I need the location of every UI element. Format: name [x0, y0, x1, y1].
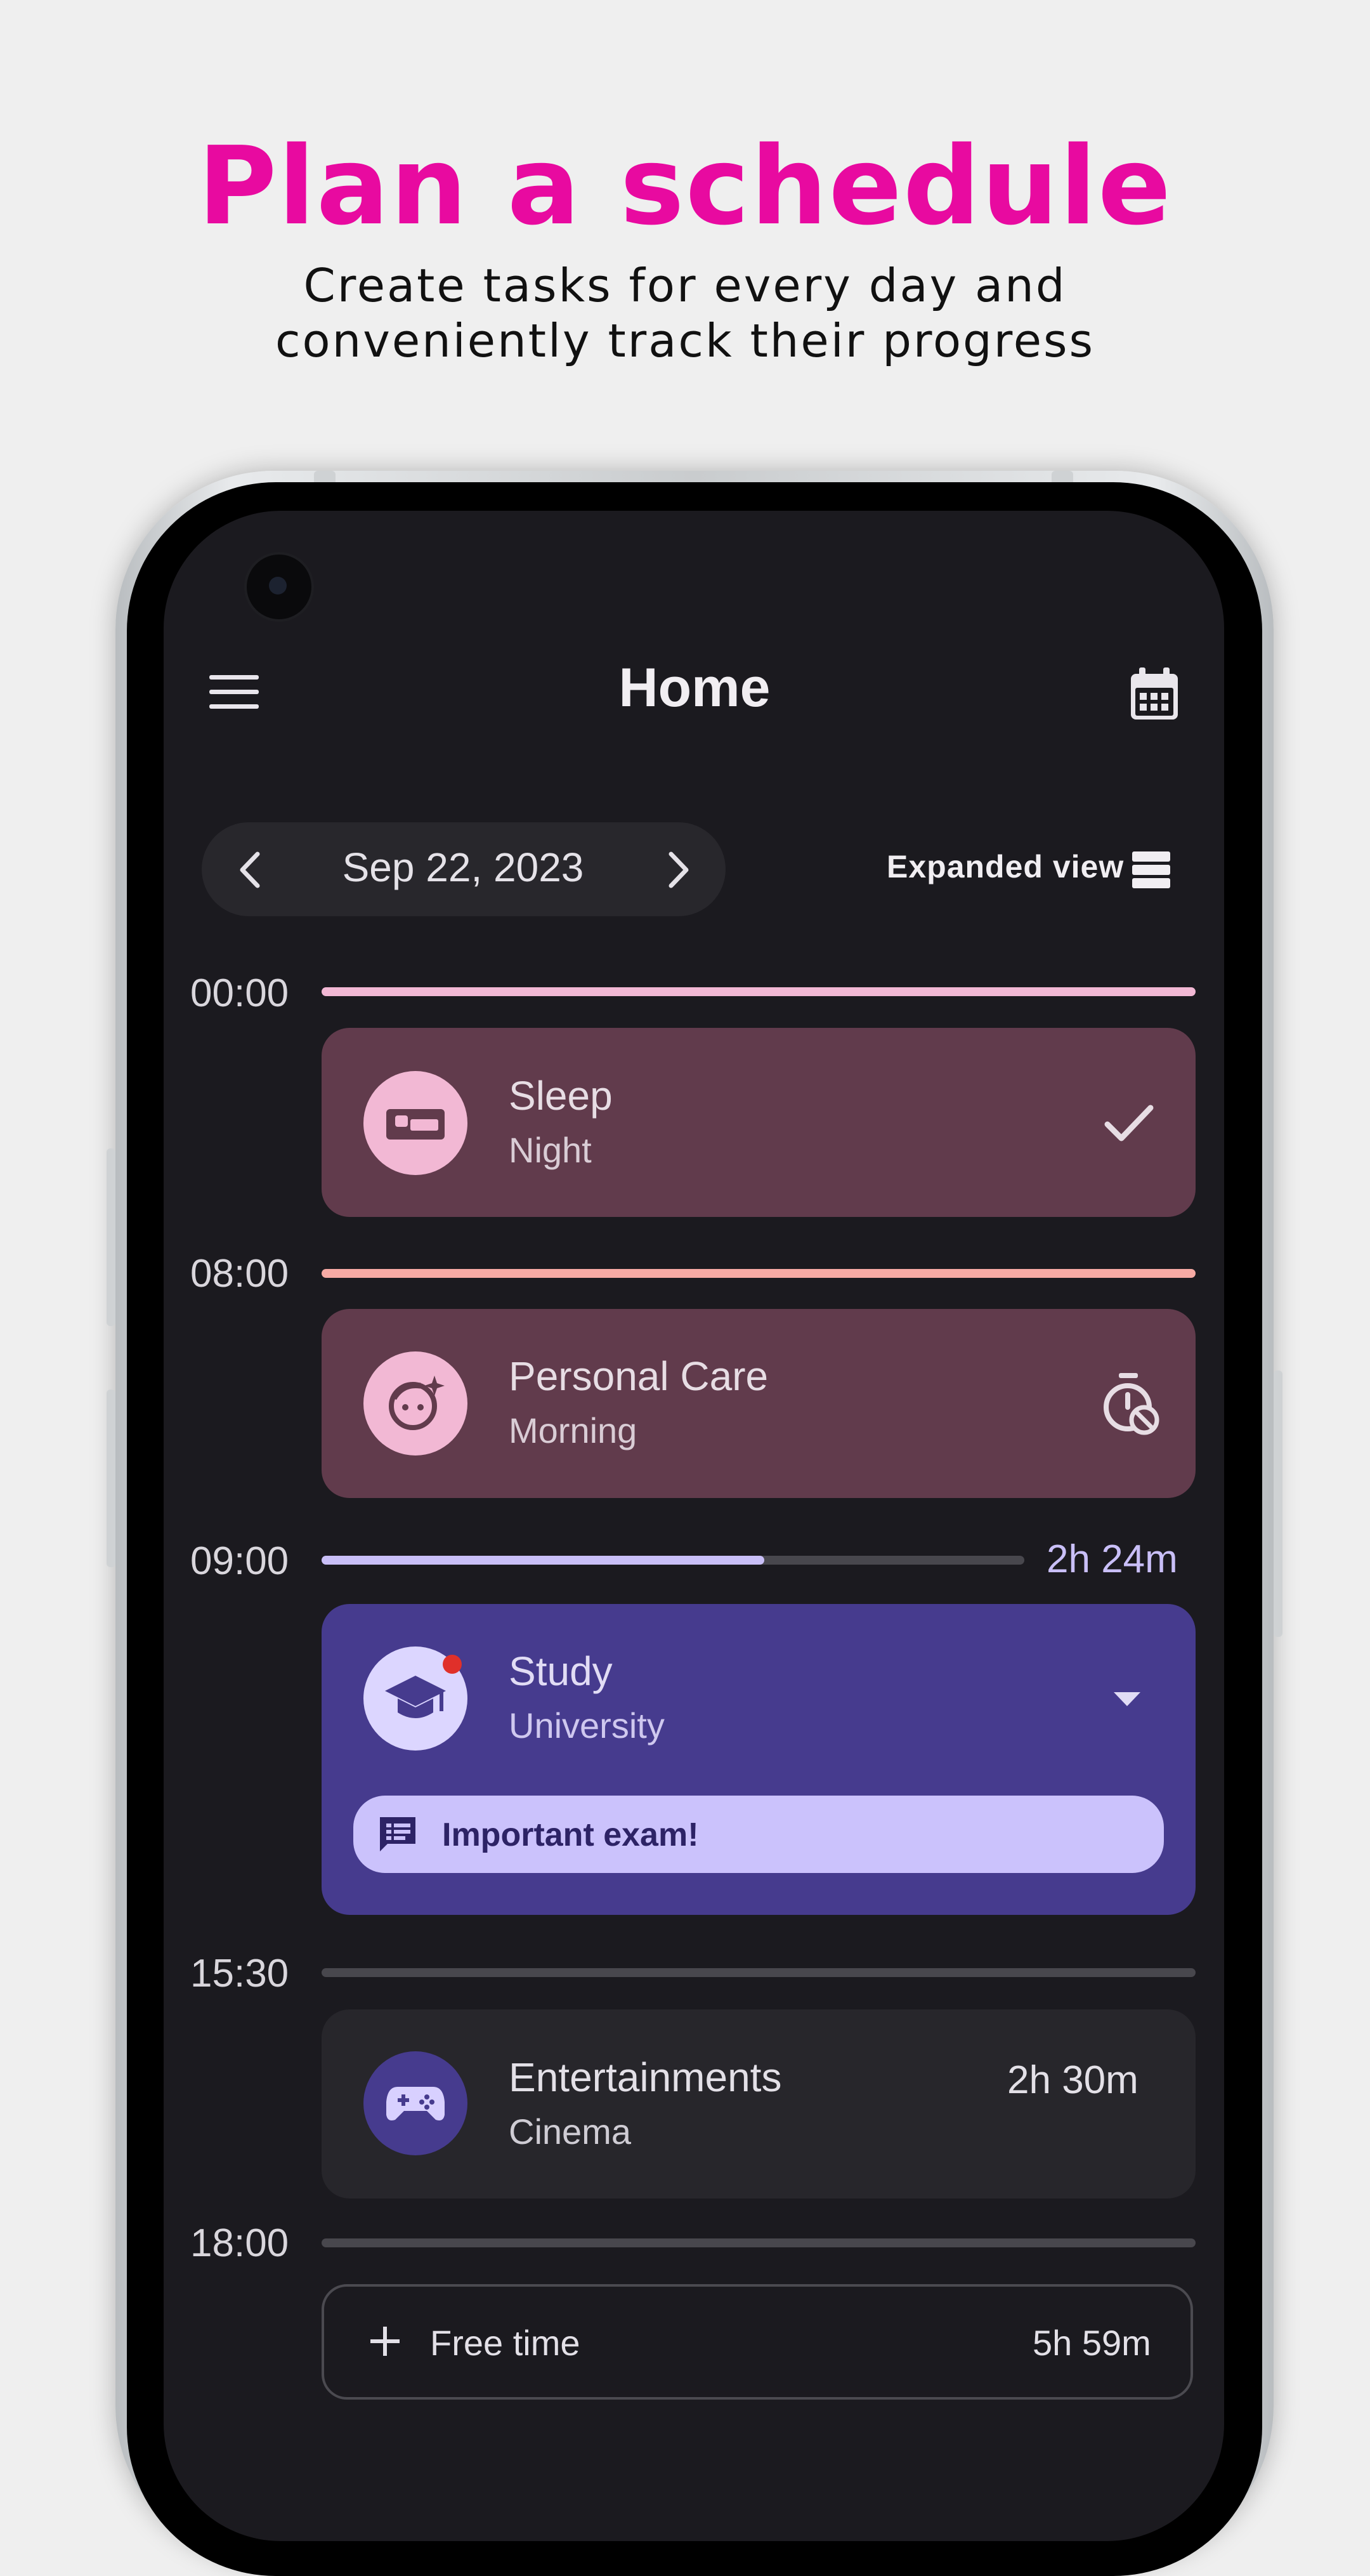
note-text: Important exam!	[442, 1817, 699, 1853]
page-title: Home	[618, 657, 771, 718]
notification-dot	[443, 1655, 462, 1674]
time-label: 08:00	[190, 1252, 289, 1296]
timer-off-icon[interactable]	[1102, 1372, 1159, 1435]
plus-icon	[369, 2325, 401, 2357]
next-day-button[interactable]	[665, 849, 693, 891]
progress-fill	[322, 1556, 764, 1565]
hamburger-menu-icon[interactable]	[209, 673, 260, 712]
time-label: 15:30	[190, 1952, 289, 1995]
time-label: 09:00	[190, 1539, 289, 1583]
timeline-line	[322, 987, 1196, 996]
current-date[interactable]: Sep 22, 2023	[266, 844, 660, 891]
task-subtitle: University	[509, 1705, 665, 1745]
task-subtitle: Night	[509, 1130, 592, 1170]
task-title: Study	[509, 1648, 613, 1694]
volume-down-button	[107, 1390, 115, 1567]
subheadline-line-2: conveniently track their progress	[275, 314, 1095, 367]
timeline-line	[322, 1269, 1196, 1278]
task-subtitle: Cinema	[509, 2112, 631, 2152]
expanded-view-icon[interactable]	[1132, 850, 1170, 890]
timeline-line	[322, 2238, 1196, 2247]
timeline-line	[322, 1968, 1196, 1977]
notes-icon	[377, 1815, 418, 1854]
task-subtitle: Morning	[509, 1410, 637, 1450]
gamepad-icon	[363, 2051, 467, 2155]
app-screen	[164, 511, 1224, 2541]
free-time-label: Free time	[430, 2323, 580, 2363]
free-time-duration: 5h 59m	[1033, 2323, 1151, 2363]
check-icon[interactable]	[1104, 1103, 1154, 1143]
face-retouching-icon	[363, 1351, 467, 1456]
task-title: Sleep	[509, 1073, 613, 1119]
task-title: Personal Care	[509, 1353, 769, 1399]
volume-up-button	[107, 1148, 115, 1326]
subheadline-line-1: Create tasks for every day and	[303, 259, 1067, 312]
dropdown-arrow-icon[interactable]	[1111, 1690, 1143, 1707]
view-mode-label[interactable]: Expanded view	[887, 848, 1124, 885]
task-title: Entertainments	[509, 2054, 782, 2100]
front-camera	[244, 552, 314, 622]
previous-day-button[interactable]	[236, 849, 264, 891]
time-label: 18:00	[190, 2221, 289, 2265]
power-button	[1274, 1370, 1282, 1637]
time-label: 00:00	[190, 971, 289, 1015]
bed-icon	[363, 1071, 467, 1175]
time-remaining: 2h 24m	[1047, 1537, 1178, 1581]
task-duration: 2h 30m	[1007, 2058, 1138, 2102]
calendar-icon[interactable]	[1129, 666, 1180, 722]
headline: Plan a schedule	[197, 124, 1173, 249]
